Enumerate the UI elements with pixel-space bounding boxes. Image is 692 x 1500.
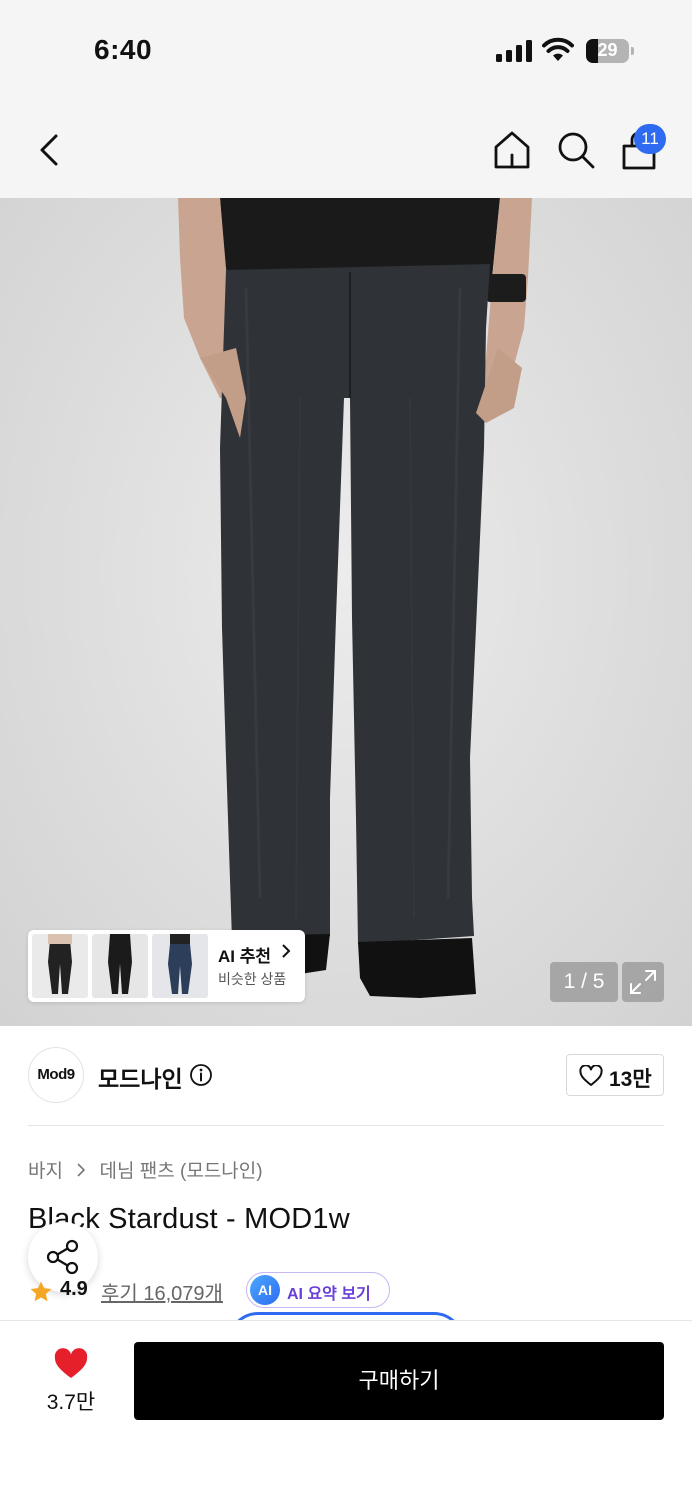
recommend-thumbnail	[152, 934, 208, 998]
recommend-thumbnail	[32, 934, 88, 998]
star-icon	[30, 1281, 52, 1302]
chevron-right-icon	[282, 944, 291, 958]
reviews-link[interactable]: 후기 16,079개	[101, 1277, 223, 1306]
ai-recommend-card[interactable]: AI 추천 비슷한 상품	[28, 930, 305, 1002]
ai-summary-button[interactable]: AI AI 요약 보기	[246, 1272, 390, 1308]
nav-bar	[0, 100, 692, 198]
product-image[interactable]: AI 추천 비슷한 상품 1 / 5	[0, 198, 692, 1026]
favorite-count: 3.7만	[46, 1391, 96, 1414]
battery-icon: 29	[586, 39, 634, 63]
wifi-icon	[542, 37, 574, 61]
ai-summary-label: AI 요약 보기	[287, 1286, 371, 1303]
brand-logo[interactable]: Mod9	[28, 1047, 84, 1103]
bottom-action-bar: 3.7만 구매하기	[0, 1320, 692, 1500]
breadcrumb-item[interactable]: 바지	[28, 1161, 63, 1182]
brand-like-button[interactable]: 13만	[566, 1054, 664, 1096]
ai-badge-icon: AI	[250, 1275, 280, 1305]
search-icon[interactable]	[554, 128, 598, 172]
cart-badge: 11	[634, 124, 666, 154]
back-arrow-icon[interactable]	[30, 130, 70, 170]
status-bar: 6:40 29	[0, 0, 692, 100]
brand-name[interactable]: 모드나인	[98, 1060, 183, 1094]
ai-recommend-subtitle: 비슷한 상품	[218, 971, 287, 987]
breadcrumb: 바지 데님 팬츠 (모드나인)	[28, 1156, 263, 1183]
chevron-right-icon	[76, 1161, 86, 1183]
ai-recommend-title: AI 추천	[218, 947, 272, 966]
image-page-indicator: 1 / 5	[550, 962, 618, 1002]
product-photo	[178, 198, 532, 998]
heart-filled-icon[interactable]	[53, 1348, 89, 1380]
brand-like-count: 13만	[609, 1068, 652, 1091]
status-time: 6:40	[94, 34, 153, 65]
rating-value: 4.9	[60, 1278, 88, 1300]
expand-image-button[interactable]	[622, 962, 664, 1002]
heart-outline-icon	[579, 1065, 603, 1086]
cellular-signal-icon	[496, 40, 532, 62]
expand-icon	[630, 970, 656, 994]
recommend-thumbnail	[92, 934, 148, 998]
breadcrumb-item[interactable]: 데님 팬츠 (모드나인)	[100, 1161, 263, 1182]
info-icon[interactable]	[189, 1063, 213, 1087]
buy-button[interactable]: 구매하기	[134, 1342, 664, 1420]
divider	[28, 1125, 664, 1126]
home-icon[interactable]	[490, 128, 534, 172]
battery-level: 29	[597, 40, 618, 60]
